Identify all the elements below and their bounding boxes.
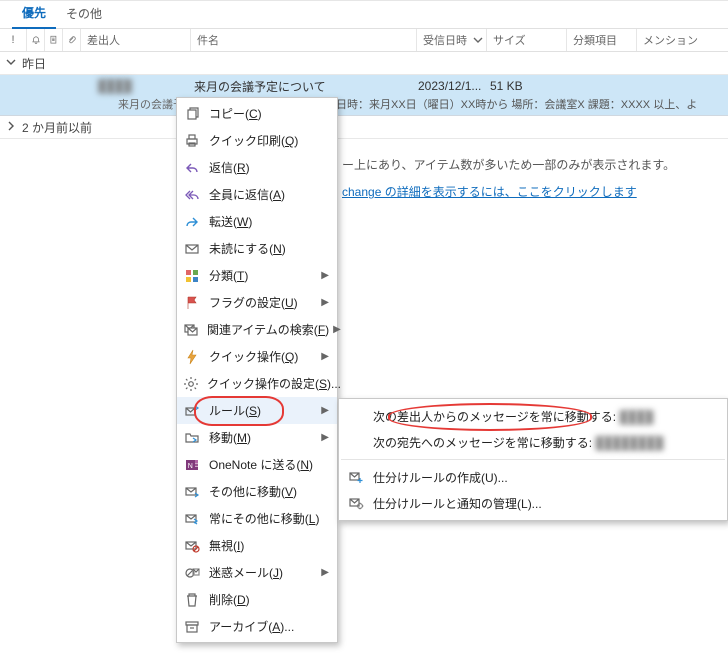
group-label: 昨日 [22, 55, 46, 72]
menu-find-related[interactable]: 関連アイテムの検索(F) ▶ [177, 316, 337, 343]
svg-text:N: N [188, 463, 193, 470]
sort-desc-icon [473, 35, 483, 45]
rule-always-move-from-sender[interactable]: 次の差出人からのメッセージを常に移動する: ████ [339, 403, 727, 429]
col-subject[interactable]: 件名 [190, 29, 416, 51]
col-received[interactable]: 受信日時 [416, 29, 486, 51]
rules-submenu: 次の差出人からのメッセージを常に移動する: ████ 次の宛先へのメッセージを常… [338, 398, 728, 521]
mail-preview-body: 日時：来月XX日（曜日）XX時から 場所：会議室X 課題：XXXX 以上、よ [336, 96, 728, 112]
col-size[interactable]: サイズ [486, 29, 566, 51]
submenu-arrow-icon: ▶ [321, 405, 329, 416]
junk-icon [183, 564, 201, 582]
mail-size: 51 KB [490, 79, 523, 93]
chevron-right-icon [0, 120, 22, 134]
mail-date: 2023/12/1... [418, 79, 490, 93]
rule-create[interactable]: 仕分けルールの作成(U)... [339, 464, 727, 490]
mail-sender: ████ [98, 79, 194, 93]
col-importance[interactable]: ! [0, 29, 26, 51]
tab-other[interactable]: その他 [56, 1, 112, 28]
group-label: 2 か月前以前 [22, 119, 92, 136]
reply-icon [183, 159, 201, 177]
col-icon[interactable] [44, 29, 62, 51]
manage-rules-icon [347, 494, 365, 512]
related-icon [183, 321, 199, 339]
copy-icon [183, 105, 201, 123]
menu-archive[interactable]: アーカイブ(A)... [177, 613, 337, 640]
mail-row-selected[interactable]: ████ 来月の会議予定について 2023/12/1... 51 KB 来月の会… [0, 75, 728, 116]
rule-manage[interactable]: 仕分けルールと通知の管理(L)... [339, 490, 727, 516]
col-sender[interactable]: 差出人 [80, 29, 190, 51]
mail-subject: 来月の会議予定について [194, 78, 418, 95]
bell-icon [31, 35, 41, 45]
forward-icon [183, 213, 201, 231]
info-area: ー上にあり、アイテム数が多いため一部のみが表示されます。 change の詳細を… [342, 156, 724, 200]
submenu-arrow-icon: ▶ [321, 351, 329, 362]
rules-icon [183, 402, 201, 420]
context-menu: コピー(C) クイック印刷(Q) 返信(R) 全員に返信(A) 転送(W) 未読… [176, 97, 338, 643]
exchange-details-link[interactable]: change の詳細を表示するには、ここをクリックします [342, 185, 637, 199]
inbox-tabs: 優先 その他 [0, 1, 728, 29]
menu-copy[interactable]: コピー(C) [177, 100, 337, 127]
paperclip-icon [67, 35, 77, 45]
create-rule-icon [347, 468, 365, 486]
menu-ignore[interactable]: 無視(I) [177, 532, 337, 559]
menu-forward[interactable]: 転送(W) [177, 208, 337, 235]
menu-quick-print[interactable]: クイック印刷(Q) [177, 127, 337, 154]
onenote-icon: N [183, 456, 201, 474]
group-yesterday[interactable]: 昨日 [0, 52, 728, 75]
menu-move-to-other[interactable]: その他に移動(V) [177, 478, 337, 505]
move-icon [183, 429, 201, 447]
page-icon [49, 35, 59, 45]
submenu-arrow-icon: ▶ [321, 432, 329, 443]
chevron-down-icon [0, 56, 22, 70]
menu-flag[interactable]: フラグの設定(U) ▶ [177, 289, 337, 316]
lightning-icon [183, 348, 201, 366]
menu-mark-unread[interactable]: 未読にする(N) [177, 235, 337, 262]
submenu-arrow-icon: ▶ [321, 270, 329, 281]
reply-all-icon [183, 186, 201, 204]
col-category[interactable]: 分類項目 [566, 29, 636, 51]
menu-rules[interactable]: ルール(S) ▶ [177, 397, 337, 424]
submenu-arrow-icon: ▶ [333, 324, 341, 335]
col-mention[interactable]: メンション [636, 29, 728, 51]
print-icon [183, 132, 201, 150]
col-reminder[interactable] [26, 29, 44, 51]
menu-junk[interactable]: 迷惑メール(J) ▶ [177, 559, 337, 586]
menu-quick-steps[interactable]: クイック操作(Q) ▶ [177, 343, 337, 370]
archive-icon [183, 618, 201, 636]
flag-icon [183, 294, 201, 312]
menu-reply[interactable]: 返信(R) [177, 154, 337, 181]
rule-always-move-to-recipient[interactable]: 次の宛先へのメッセージを常に移動する: ████████ [339, 429, 727, 455]
submenu-arrow-icon: ▶ [321, 567, 329, 578]
group-older[interactable]: 2 か月前以前 [0, 116, 728, 139]
ignore-icon [183, 537, 201, 555]
menu-reply-all[interactable]: 全員に返信(A) [177, 181, 337, 208]
gear-icon [183, 375, 199, 393]
column-header-bar: ! 差出人 件名 受信日時 サイズ 分類項目 メンション [0, 29, 728, 52]
col-attachment[interactable] [62, 29, 80, 51]
menu-quick-steps-settings[interactable]: クイック操作の設定(S)... [177, 370, 337, 397]
menu-divider [341, 459, 725, 460]
menu-move[interactable]: 移動(M) ▶ [177, 424, 337, 451]
envelope-always-icon [183, 510, 201, 528]
menu-onenote[interactable]: N OneNote に送る(N) [177, 451, 337, 478]
envelope-move-icon [183, 483, 201, 501]
trash-icon [183, 591, 201, 609]
categorize-icon [183, 267, 201, 285]
menu-delete[interactable]: 削除(D) [177, 586, 337, 613]
menu-always-move-to-other[interactable]: 常にその他に移動(L) [177, 505, 337, 532]
info-text: ー上にあり、アイテム数が多いため一部のみが表示されます。 [342, 156, 724, 173]
menu-categorize[interactable]: 分類(T) ▶ [177, 262, 337, 289]
tab-focused[interactable]: 優先 [12, 0, 56, 29]
envelope-icon [183, 240, 201, 258]
submenu-arrow-icon: ▶ [321, 297, 329, 308]
